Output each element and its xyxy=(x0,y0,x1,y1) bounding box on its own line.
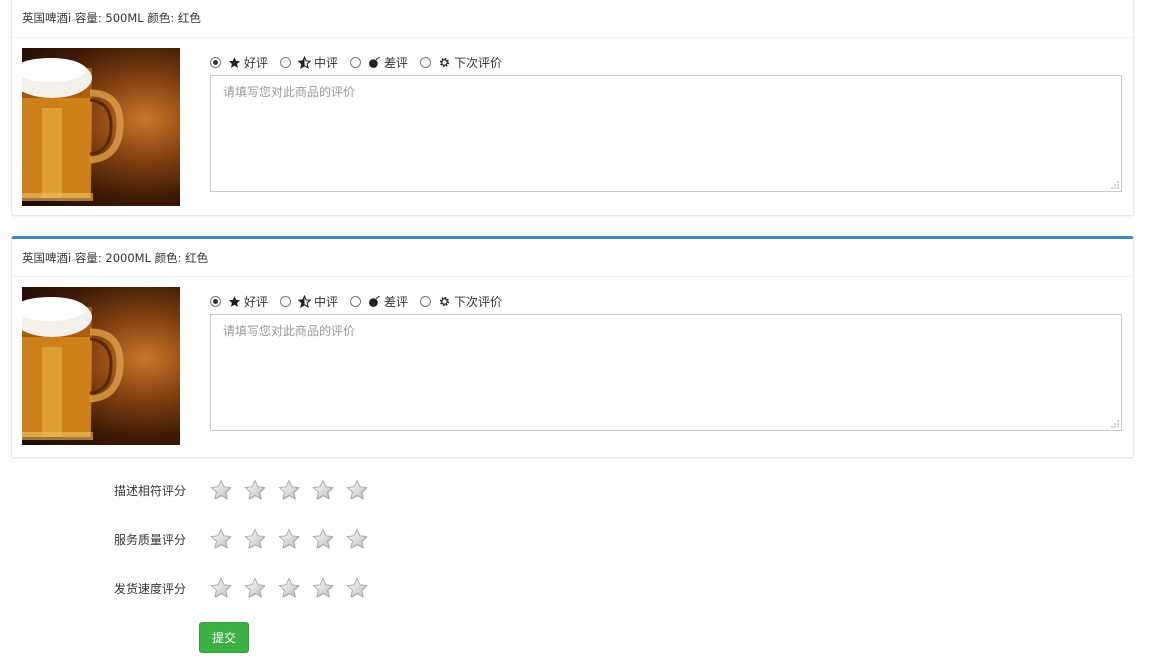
radio-bad[interactable]: 差评 xyxy=(350,54,408,71)
radio-bad[interactable]: 差评 xyxy=(350,293,408,310)
product-title: 英国啤酒i 容量: 500ML 颜色: 红色 xyxy=(12,0,1133,38)
bomb-icon xyxy=(367,55,381,69)
half-star-icon xyxy=(297,294,311,308)
star-icon xyxy=(227,55,241,69)
radio-button[interactable] xyxy=(350,295,362,307)
submit-button[interactable]: 提交 xyxy=(199,622,249,653)
rating-label: 发货速度评分 xyxy=(113,581,186,596)
resize-grip-icon[interactable] xyxy=(1111,420,1119,428)
radio-neutral[interactable]: 中评 xyxy=(280,54,338,71)
radio-button[interactable] xyxy=(420,295,432,307)
rating-star-icon[interactable] xyxy=(311,527,335,551)
product-image xyxy=(22,48,180,206)
review-textarea[interactable]: 请填写您对此商品的评价 xyxy=(210,75,1122,192)
review-textarea[interactable]: 请填写您对此商品的评价 xyxy=(210,314,1122,431)
rating-label: 服务质量评分 xyxy=(113,532,186,547)
rating-star-icon[interactable] xyxy=(209,478,233,502)
star-rating xyxy=(209,576,379,600)
rating-star-icon[interactable] xyxy=(243,478,267,502)
rating-star-icon[interactable] xyxy=(243,576,267,600)
rating-star-icon[interactable] xyxy=(209,527,233,551)
radio-button[interactable] xyxy=(280,295,292,307)
rating-star-icon[interactable] xyxy=(345,576,369,600)
radio-button[interactable] xyxy=(280,56,292,68)
rating-radio-group: 好评 中评 差评 下次评价 xyxy=(210,52,514,72)
rating-label: 描述相符评分 xyxy=(113,483,186,498)
radio-later[interactable]: 下次评价 xyxy=(420,293,502,310)
rating-star-icon[interactable] xyxy=(345,527,369,551)
rating-row-description: 描述相符评分 xyxy=(0,475,379,505)
rating-row-delivery: 发货速度评分 xyxy=(0,573,379,603)
radio-neutral[interactable]: 中评 xyxy=(280,293,338,310)
gear-icon xyxy=(437,294,451,308)
gear-icon xyxy=(437,55,451,69)
radio-good[interactable]: 好评 xyxy=(210,293,268,310)
rating-star-icon[interactable] xyxy=(277,576,301,600)
radio-button[interactable] xyxy=(350,56,362,68)
rating-star-icon[interactable] xyxy=(311,478,335,502)
rating-star-icon[interactable] xyxy=(345,478,369,502)
rating-row-service: 服务质量评分 xyxy=(0,524,379,554)
radio-good[interactable]: 好评 xyxy=(210,54,268,71)
review-panel: 英国啤酒i 容量: 2000ML 颜色: 红色 好评 中评 差评 下次评价 请填… xyxy=(11,236,1134,458)
review-panel: 英国啤酒i 容量: 500ML 颜色: 红色 好评 中评 差评 下次评价 请填写… xyxy=(11,0,1134,216)
radio-later[interactable]: 下次评价 xyxy=(420,54,502,71)
half-star-icon xyxy=(297,55,311,69)
placeholder-text: 请填写您对此商品的评价 xyxy=(223,85,356,99)
star-icon xyxy=(227,294,241,308)
placeholder-text: 请填写您对此商品的评价 xyxy=(223,324,356,338)
product-image xyxy=(22,287,180,445)
rating-radio-group: 好评 中评 差评 下次评价 xyxy=(210,291,514,311)
star-rating xyxy=(209,527,379,551)
radio-button[interactable] xyxy=(210,295,221,307)
bomb-icon xyxy=(367,294,381,308)
resize-grip-icon[interactable] xyxy=(1111,181,1119,189)
rating-star-icon[interactable] xyxy=(209,576,233,600)
product-title: 英国啤酒i 容量: 2000ML 颜色: 红色 xyxy=(12,239,1133,277)
rating-star-icon[interactable] xyxy=(311,576,335,600)
rating-star-icon[interactable] xyxy=(277,478,301,502)
radio-button[interactable] xyxy=(210,56,221,68)
rating-star-icon[interactable] xyxy=(277,527,301,551)
rating-star-icon[interactable] xyxy=(243,527,267,551)
radio-button[interactable] xyxy=(420,56,432,68)
star-rating xyxy=(209,478,379,502)
